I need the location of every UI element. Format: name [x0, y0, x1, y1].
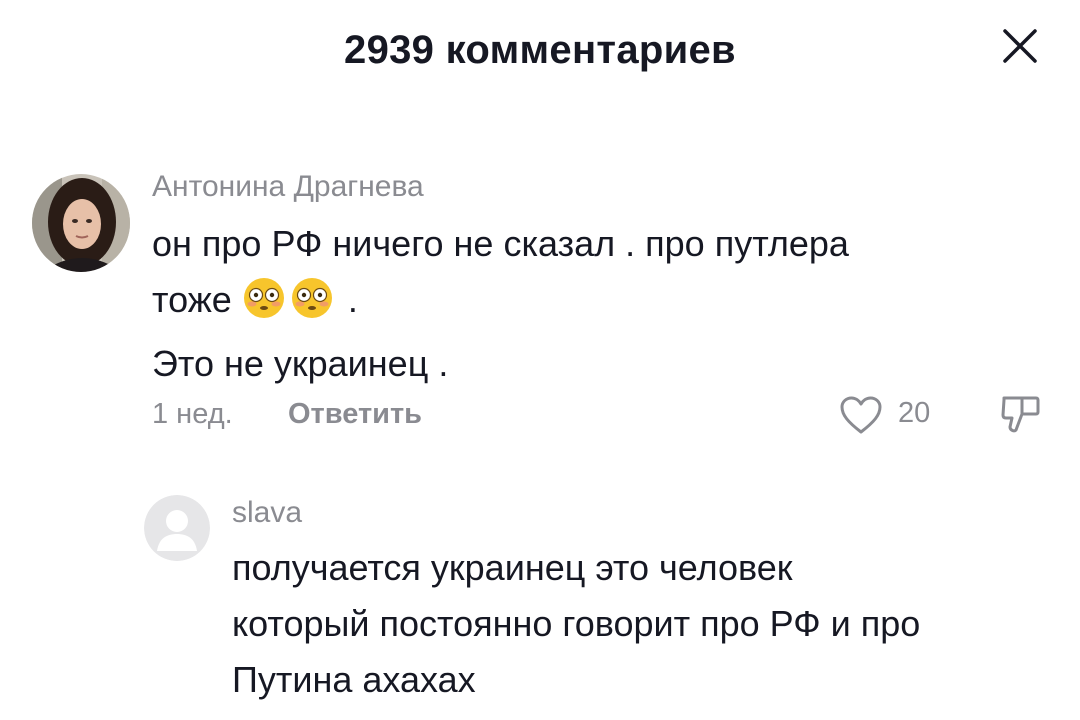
comment-timestamp: 1 нед.: [152, 398, 233, 430]
flushed-face-emoji: [242, 276, 286, 336]
close-button[interactable]: [996, 22, 1044, 70]
avatar[interactable]: [32, 174, 130, 272]
comments-header: 2939 комментариев: [0, 0, 1080, 100]
like-count: 20: [898, 397, 931, 429]
comment-text: он про РФ ничего не сказал . про путлера…: [152, 216, 849, 392]
comment-author[interactable]: slava: [232, 496, 302, 530]
flushed-face-emoji: [290, 276, 334, 336]
dislike-button[interactable]: [998, 392, 1044, 438]
comment-text-fragment: тоже: [152, 279, 232, 320]
comment-text-line: он про РФ ничего не сказал . про путлера: [152, 223, 849, 264]
close-icon: [1003, 29, 1037, 63]
comment-text-line: получается украинец это человек: [232, 547, 793, 588]
like-button[interactable]: 20: [838, 392, 948, 434]
heart-icon: [840, 396, 882, 434]
comment-text-line: Это не украинец .: [152, 343, 449, 384]
default-avatar-icon[interactable]: [144, 495, 210, 561]
comment-author[interactable]: Антонина Драгнева: [152, 170, 424, 204]
comment-text-line: который постоянно говорит про РФ и про: [232, 603, 921, 644]
comment-text-fragment: .: [337, 279, 358, 320]
comment-text-line: Путина ахахах: [232, 659, 476, 700]
reply-button[interactable]: Ответить: [288, 398, 422, 431]
thumbs-down-icon: [1001, 396, 1040, 433]
comment-text: получается украинец это человек который …: [232, 540, 920, 708]
comments-count-title: 2939 комментариев: [344, 28, 736, 72]
comment-text-line: тоже .: [152, 272, 849, 336]
